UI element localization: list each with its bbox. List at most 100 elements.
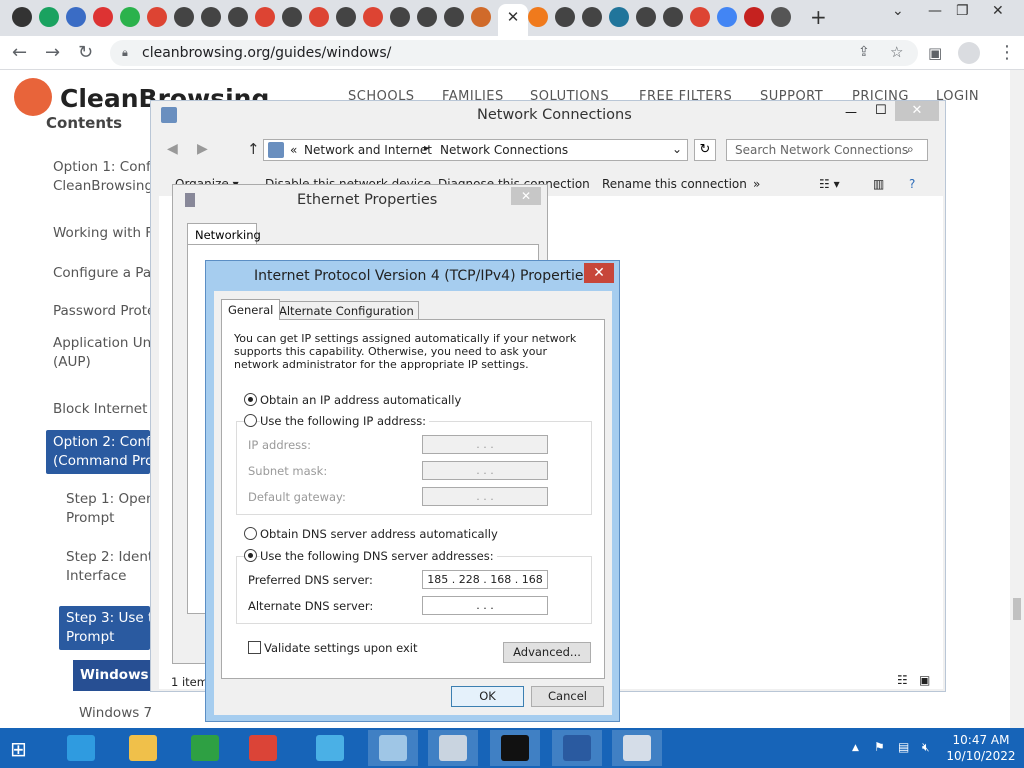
- details-view-icon[interactable]: ☷: [897, 673, 908, 687]
- net-search-input[interactable]: Search Network Connections ⌕: [726, 139, 928, 161]
- cmd-rename[interactable]: Rename this connection: [602, 177, 747, 191]
- tab-alternate-configuration[interactable]: Alternate Configuration: [274, 301, 419, 321]
- net-minimize-icon[interactable]: —: [845, 105, 857, 119]
- breadcrumb-network-internet[interactable]: Network and Internet: [304, 143, 432, 157]
- taskbar-app-chrome[interactable]: [238, 730, 288, 766]
- radio-obtain-ip-auto[interactable]: [244, 393, 257, 406]
- taskbar-app-internet-explorer[interactable]: [56, 730, 106, 766]
- help-icon[interactable]: ?: [909, 177, 915, 191]
- tray-expand-icon[interactable]: ▲: [852, 743, 859, 753]
- preferred-dns-field[interactable]: 185 . 228 . 168 . 168: [422, 570, 548, 589]
- dots-icon[interactable]: [147, 7, 167, 27]
- profile-avatar[interactable]: [958, 42, 980, 64]
- taskbar-app-network-globe[interactable]: [305, 730, 355, 766]
- net-up-icon[interactable]: ↑: [247, 140, 260, 158]
- dots-icon[interactable]: [363, 7, 383, 27]
- sidebar-item[interactable]: Windows 7: [79, 704, 189, 723]
- validate-checkbox[interactable]: [248, 641, 261, 654]
- new-tab-button[interactable]: +: [810, 5, 827, 29]
- cancel-button[interactable]: Cancel: [531, 686, 604, 707]
- breadcrumb-network-connections[interactable]: Network Connections: [440, 143, 568, 157]
- change-view-icon[interactable]: ☷ ▾: [819, 177, 840, 191]
- scrollbar-thumb[interactable]: [1013, 598, 1021, 620]
- tab-search-icon[interactable]: ⌄: [892, 3, 904, 19]
- mail-icon[interactable]: [744, 7, 764, 27]
- download-icon[interactable]: [771, 7, 791, 27]
- menu-kebab-icon[interactable]: ⋮: [998, 42, 1016, 63]
- network-tray-icon[interactable]: ▤: [898, 740, 909, 754]
- maps-icon[interactable]: [39, 7, 59, 27]
- ibt-icon[interactable]: [66, 7, 86, 27]
- radio-use-following-ip[interactable]: [244, 414, 257, 427]
- ring-icon[interactable]: [282, 7, 302, 27]
- cmd-more-icon[interactable]: »: [753, 177, 760, 191]
- ring-icon[interactable]: [336, 7, 356, 27]
- share-icon[interactable]: ⇪: [858, 44, 870, 60]
- taskbar-app-store[interactable]: [180, 730, 230, 766]
- sidebar-item[interactable]: Password Protec: [53, 302, 163, 321]
- side-panel-icon[interactable]: ▣: [928, 44, 942, 62]
- wordpress-icon[interactable]: [609, 7, 629, 27]
- browser-close-icon[interactable]: ✕: [992, 3, 1004, 19]
- taskbar-app-notepad[interactable]: [368, 730, 418, 766]
- taskbar-app-network-connections[interactable]: [612, 730, 662, 766]
- sidebar-item[interactable]: Working with Fre: [53, 224, 163, 243]
- start-button-icon[interactable]: ⊞: [10, 737, 27, 761]
- ring-icon[interactable]: [663, 7, 683, 27]
- address-dropdown-icon[interactable]: ⌄: [672, 142, 682, 156]
- net-address-bar[interactable]: « Network and Internet ▸ Network Connect…: [263, 139, 688, 161]
- preview-pane-icon[interactable]: ▥: [873, 177, 884, 191]
- eth-close-icon[interactable]: ✕: [511, 187, 541, 205]
- volume-muted-icon[interactable]: 🔇︎: [922, 740, 930, 755]
- large-icons-view-icon[interactable]: ▣: [919, 673, 930, 687]
- ring-icon[interactable]: [417, 7, 437, 27]
- ring-icon[interactable]: [390, 7, 410, 27]
- sidebar-item[interactable]: Application Unin (AUP): [53, 334, 163, 372]
- sidebar-item[interactable]: Option 1: Config CleanBrowsing V: [53, 158, 163, 196]
- dots-icon[interactable]: [690, 7, 710, 27]
- reload-icon[interactable]: ↻: [78, 42, 93, 63]
- minimize-icon[interactable]: —: [928, 3, 942, 19]
- google-icon[interactable]: [717, 7, 737, 27]
- github-icon[interactable]: [12, 7, 32, 27]
- bookmark-star-icon[interactable]: ☆: [890, 43, 903, 61]
- tab-general[interactable]: General: [221, 299, 281, 320]
- subnet-mask-field[interactable]: . . .: [422, 461, 548, 480]
- tab-close-icon[interactable]: ✕: [503, 8, 523, 26]
- net-refresh-icon[interactable]: ↻: [694, 139, 716, 161]
- dots-icon[interactable]: [255, 7, 275, 27]
- page-scrollbar[interactable]: [1010, 70, 1024, 728]
- ok-button[interactable]: OK: [451, 686, 524, 707]
- taskbar-app-powershell[interactable]: [552, 730, 602, 766]
- ring-icon[interactable]: [228, 7, 248, 27]
- ring-icon[interactable]: [555, 7, 575, 27]
- alternate-dns-field[interactable]: . . .: [422, 596, 548, 615]
- net-forward-icon[interactable]: ▶: [197, 141, 208, 157]
- dots-icon[interactable]: [309, 7, 329, 27]
- ring-icon[interactable]: [582, 7, 602, 27]
- ring-icon[interactable]: [636, 7, 656, 27]
- sidebar-item[interactable]: Step 3: Use th Prompt: [59, 606, 150, 650]
- default-gateway-field[interactable]: . . .: [422, 487, 548, 506]
- tab-networking[interactable]: Networking: [187, 223, 261, 245]
- shield-icon[interactable]: [471, 7, 491, 27]
- ipv4-close-icon[interactable]: ✕: [584, 263, 614, 283]
- taskbar-app-cmd[interactable]: [490, 730, 540, 766]
- sidebar-item[interactable]: Block Internet O: [53, 400, 163, 419]
- forward-icon[interactable]: →: [45, 42, 60, 63]
- orange-icon[interactable]: [528, 7, 548, 27]
- ring-icon[interactable]: [201, 7, 221, 27]
- back-icon[interactable]: ←: [12, 42, 27, 63]
- net-maximize-icon[interactable]: ☐: [875, 103, 887, 118]
- action-center-flag-icon[interactable]: ⚑: [874, 740, 885, 754]
- sidebar-item[interactable]: Option 2: Config (Command Pron: [46, 430, 150, 474]
- radio-use-following-dns[interactable]: [244, 549, 257, 562]
- pokeball-icon[interactable]: [93, 7, 113, 27]
- radio-obtain-dns-auto[interactable]: [244, 527, 257, 540]
- feedly-icon[interactable]: [120, 7, 140, 27]
- ring-icon[interactable]: [174, 7, 194, 27]
- system-clock[interactable]: 10:47 AM 10/10/2022: [946, 732, 1016, 764]
- breadcrumb-overflow[interactable]: «: [290, 143, 297, 157]
- restore-icon[interactable]: ❐: [956, 3, 969, 19]
- sidebar-item[interactable]: Configure a Paid: [53, 264, 163, 283]
